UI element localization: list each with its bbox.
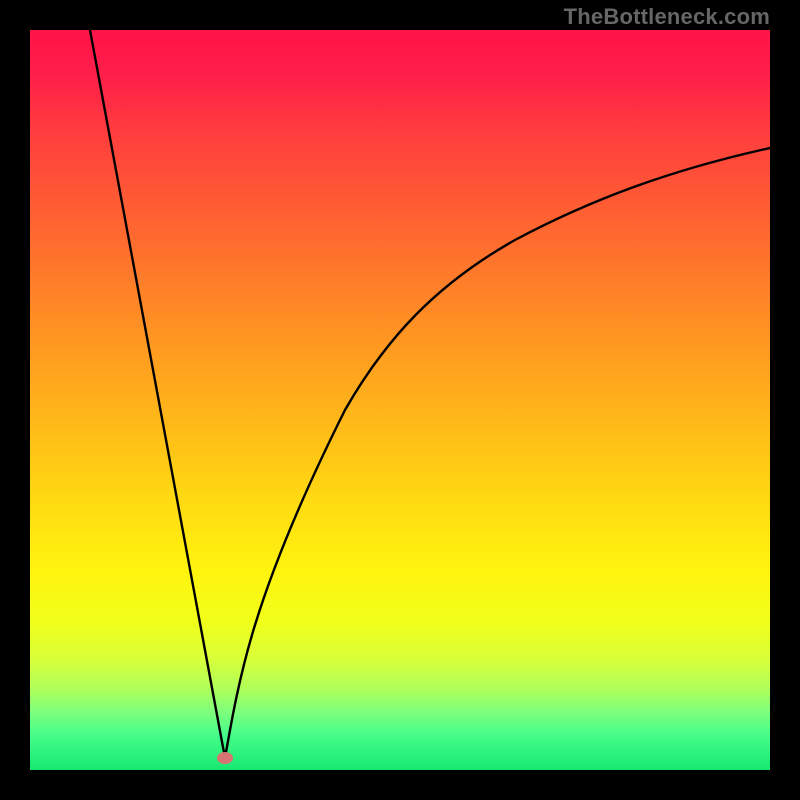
watermark-text: TheBottleneck.com bbox=[564, 4, 770, 30]
bottleneck-curve bbox=[30, 30, 770, 770]
minimum-marker bbox=[217, 752, 233, 764]
curve-path bbox=[90, 30, 770, 758]
chart-frame: TheBottleneck.com bbox=[0, 0, 800, 800]
